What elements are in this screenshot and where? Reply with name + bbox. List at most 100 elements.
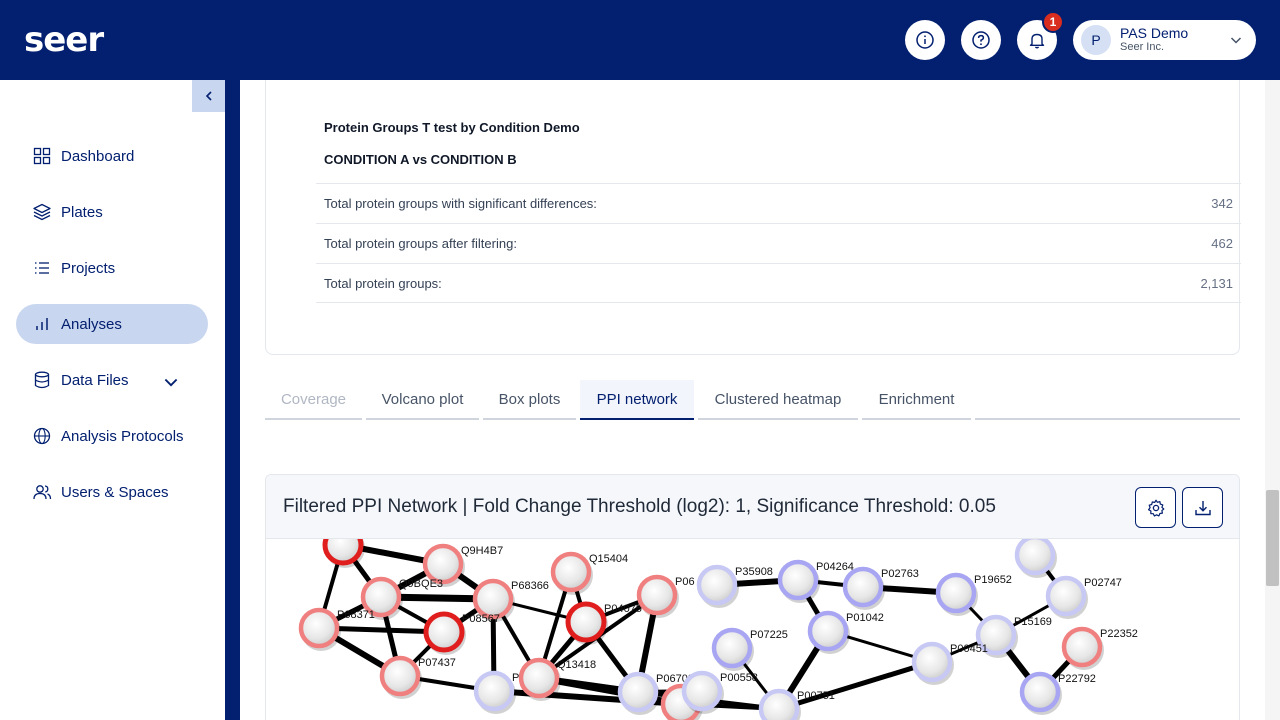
- sidebar-item-label: Projects: [61, 259, 116, 277]
- node-circle[interactable]: [911, 641, 953, 683]
- node-circle[interactable]: [758, 688, 800, 720]
- node-circle[interactable]: [696, 564, 738, 606]
- sidebar-item-label: Data Files: [61, 371, 129, 389]
- list-icon: [35, 262, 49, 274]
- node-circle[interactable]: [711, 627, 753, 669]
- ppi-network-graph[interactable]: Q9H4B7 Q9BQE3 P68366 P68371 P08567 P07437 Q154…: [266, 539, 1240, 720]
- download-button[interactable]: [1182, 487, 1223, 528]
- node-circle[interactable]: [1019, 671, 1061, 713]
- collapse-sidebar-button[interactable]: [192, 80, 225, 112]
- node-circle[interactable]: [422, 543, 464, 585]
- network-node[interactable]: P02747: [1045, 575, 1122, 619]
- node-label: P68366: [511, 580, 549, 592]
- seer-logo[interactable]: seer: [24, 20, 104, 60]
- tab-coverage[interactable]: Coverage: [265, 380, 362, 420]
- download-icon: [1194, 500, 1211, 515]
- network-node[interactable]: [1014, 539, 1057, 578]
- network-node[interactable]: P22792: [1019, 671, 1096, 715]
- tab-enrichment[interactable]: Enrichment: [862, 380, 971, 420]
- sidebar-item-dashboard[interactable]: Dashboard: [16, 136, 208, 176]
- node-label: Q9BQE3: [399, 578, 443, 590]
- top-bar: seer 1 P PAS Demo Seer Inc.: [0, 0, 1280, 80]
- network-settings-button[interactable]: [1135, 487, 1176, 528]
- node-circle[interactable]: [565, 601, 607, 643]
- tab-volcano-plot[interactable]: Volcano plot: [366, 380, 479, 420]
- page-scrollbar[interactable]: [1265, 80, 1280, 720]
- help-button[interactable]: [961, 20, 1001, 60]
- scrollbar-thumb[interactable]: [1266, 490, 1279, 586]
- sidebar-item-plates[interactable]: Plates: [16, 192, 208, 232]
- info-button[interactable]: [905, 20, 945, 60]
- node-circle[interactable]: [681, 670, 723, 712]
- node-label: P02763: [881, 568, 919, 580]
- sidebar-item-analysis-protocols[interactable]: Analysis Protocols: [16, 416, 208, 456]
- t-test-summary-card: Protein Groups T test by Condition Demo …: [265, 80, 1241, 355]
- info-icon: [916, 31, 934, 49]
- node-circle[interactable]: [379, 655, 421, 697]
- network-node[interactable]: P: [473, 670, 519, 714]
- summary-row-label: Total protein groups after filtering:: [324, 236, 517, 251]
- network-node[interactable]: P00751: [758, 688, 835, 720]
- bar-chart-icon: [36, 318, 48, 330]
- node-circle[interactable]: [777, 559, 819, 601]
- node-circle[interactable]: [935, 572, 977, 614]
- summary-row-value: 2,131: [1200, 276, 1233, 291]
- node-circle[interactable]: [473, 670, 515, 712]
- notifications-button[interactable]: 1: [1017, 11, 1064, 60]
- tab-ppi-network[interactable]: PPI network: [580, 380, 694, 420]
- chevron-left-icon: [205, 91, 212, 101]
- network-node[interactable]: P22352: [1061, 626, 1138, 670]
- network-node[interactable]: P07437: [379, 655, 456, 699]
- network-node[interactable]: Q15404: [550, 551, 628, 595]
- network-node[interactable]: P07225: [711, 627, 788, 671]
- user-menu[interactable]: P PAS Demo Seer Inc.: [1073, 20, 1256, 60]
- comparison-label: CONDITION A vs CONDITION B: [324, 152, 517, 167]
- node-circle[interactable]: [472, 578, 514, 620]
- sidebar-item-label: Analyses: [61, 315, 122, 333]
- ppi-network-header: Filtered PPI Network | Fold Change Thres…: [266, 475, 1239, 539]
- node-label: P04075: [604, 603, 642, 615]
- node-circle[interactable]: [617, 671, 659, 713]
- gear-icon: [1147, 499, 1164, 517]
- network-node[interactable]: P04075: [565, 601, 642, 645]
- node-circle[interactable]: [1045, 575, 1087, 617]
- network-node[interactable]: P06: [636, 574, 695, 618]
- network-node[interactable]: P08567: [423, 611, 500, 655]
- node-label: Q9H4B7: [461, 545, 503, 557]
- node-label: P: [512, 672, 519, 684]
- network-node[interactable]: P00451: [911, 641, 988, 685]
- sidebar-item-users-spaces[interactable]: Users & Spaces: [16, 472, 208, 512]
- node-circle[interactable]: [1061, 626, 1103, 668]
- node-label: P00451: [950, 643, 988, 655]
- sidebar-divider: [225, 80, 240, 720]
- sidebar-item-projects[interactable]: Projects: [16, 248, 208, 288]
- database-icon: [34, 371, 50, 389]
- sidebar-item-label: Plates: [61, 203, 103, 221]
- node-circle[interactable]: [550, 551, 592, 593]
- node-circle[interactable]: [298, 607, 340, 649]
- layers-icon: [33, 203, 51, 221]
- node-circle[interactable]: [807, 610, 849, 652]
- node-circle[interactable]: [636, 574, 678, 616]
- network-node[interactable]: P35908: [696, 564, 773, 608]
- analysis-tabs: Coverage Volcano plot Box plots PPI netw…: [265, 380, 1240, 420]
- network-node[interactable]: P01042: [807, 610, 884, 654]
- node-circle[interactable]: [423, 611, 465, 653]
- node-label: Q13418: [557, 659, 596, 671]
- node-circle[interactable]: [322, 539, 364, 566]
- summary-row-value: 462: [1211, 236, 1233, 251]
- node-circle[interactable]: [518, 657, 560, 699]
- network-node[interactable]: P15169: [975, 614, 1052, 658]
- network-node[interactable]: P04264: [777, 559, 854, 603]
- node-label: P07225: [750, 629, 788, 641]
- ppi-network-title: Filtered PPI Network | Fold Change Thres…: [283, 496, 996, 517]
- sidebar-item-data-files[interactable]: Data Files: [16, 360, 208, 400]
- node-label: P04264: [816, 561, 854, 573]
- sidebar-item-analyses[interactable]: Analyses: [16, 304, 208, 344]
- node-circle[interactable]: [842, 566, 884, 608]
- notification-badge: 1: [1042, 11, 1064, 33]
- tab-clustered-heatmap[interactable]: Clustered heatmap: [698, 380, 858, 420]
- network-node[interactable]: P19652: [935, 572, 1012, 616]
- tab-box-plots[interactable]: Box plots: [483, 380, 576, 420]
- node-circle[interactable]: [1014, 539, 1056, 576]
